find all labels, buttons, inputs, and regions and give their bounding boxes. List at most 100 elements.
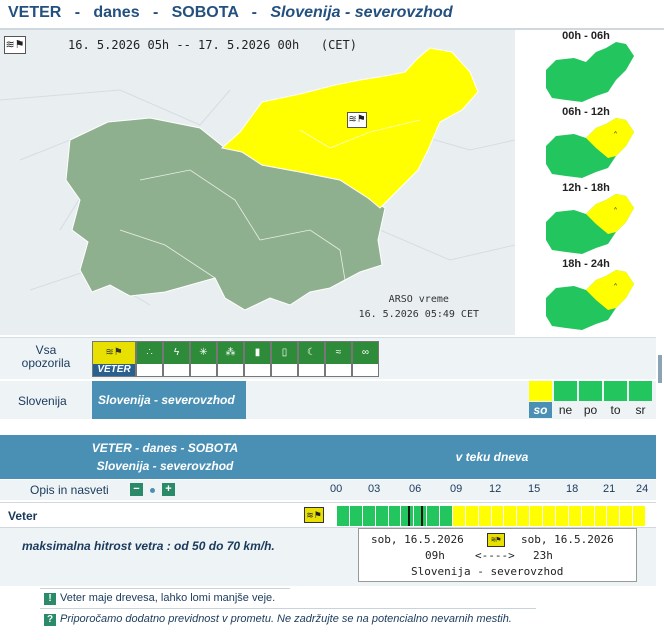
cold-filter-button[interactable]: ▯ — [271, 341, 298, 377]
wind-icon: ≋⚑ — [347, 112, 367, 128]
page-header: VETER - danes - SOBOTA - Slovenija - sev… — [0, 0, 664, 30]
scrollbar-thumb[interactable] — [658, 355, 662, 383]
day-so[interactable]: so — [529, 402, 552, 418]
table-header: VETER - danes - SOBOTA Slovenija - sever… — [0, 435, 656, 479]
title-sep: - — [74, 4, 81, 21]
timeline-hour — [620, 506, 634, 526]
credit-time: 16. 5.2026 05:49 CET — [358, 309, 479, 320]
timeline-hour — [362, 506, 376, 526]
divider — [40, 588, 290, 589]
wind-icon: ≋⚑ — [93, 342, 135, 364]
wind-icon: ≋⚑ — [304, 507, 324, 523]
heat-filter-button[interactable]: ▮ — [244, 341, 271, 377]
timeline-hour — [530, 506, 543, 526]
note-text: Priporočamo dodatno previdnost v prometu… — [60, 613, 512, 625]
rain-filter-button[interactable]: ∴ — [136, 341, 163, 377]
day-bar-ne[interactable] — [554, 381, 577, 401]
heat-icon: ▮ — [245, 342, 270, 364]
title-sep: - — [251, 4, 257, 21]
day-bar-to[interactable] — [604, 381, 627, 401]
period-end-date: sob, 16.5.2026 — [521, 533, 614, 546]
timeline-hour — [543, 506, 556, 526]
slot-12-18[interactable]: 12h - 18h ᴬ — [516, 182, 656, 258]
day-po[interactable]: po — [579, 402, 602, 418]
title-region: Slovenija - severovzhod — [270, 4, 453, 21]
divider — [40, 608, 536, 609]
title-hazard: VETER — [8, 4, 62, 21]
table-header-title: VETER - danes - SOBOTA Slovenija - sever… — [0, 439, 330, 475]
warning-map[interactable]: ≋⚑ 16. 5.2026 05h -- 17. 5.2026 00h (CET… — [0, 30, 515, 335]
timeline-hour — [440, 506, 453, 526]
svg-text:ᴬ: ᴬ — [614, 282, 617, 290]
day-bar-sr[interactable] — [629, 381, 652, 401]
hour-tick: 15 — [528, 483, 541, 495]
hour-tick: 12 — [489, 483, 502, 495]
cold-icon: ▯ — [272, 342, 297, 364]
map-credit: ARSO vreme 16. 5.2026 05:49 CET — [359, 292, 479, 322]
wind-filter-button[interactable]: ≋⚑ VETER — [92, 341, 136, 377]
description-text: maksimalna hitrost vetra : od 50 do 70 k… — [22, 539, 275, 553]
timeline-hour — [491, 506, 505, 526]
credit-source: ARSO vreme — [388, 294, 449, 305]
advice-icon: ? — [44, 614, 56, 626]
wind-filter-caption: VETER — [97, 364, 131, 375]
timeline-hour — [504, 506, 518, 526]
table-header-during-day: v teku dneva — [455, 450, 529, 464]
time-marker — [407, 506, 410, 526]
hour-tick: 24 — [636, 483, 649, 495]
fog-icon: ☾ — [299, 342, 324, 364]
hour-tick: 03 — [368, 483, 381, 495]
timeline-hour — [388, 506, 402, 526]
collapse-button[interactable]: − — [130, 483, 143, 496]
day-ne[interactable]: ne — [554, 402, 577, 418]
expand-button[interactable]: + — [162, 483, 175, 496]
flood-filter-button[interactable]: ≈ — [325, 341, 352, 377]
snow-filter-button[interactable]: ✳ — [190, 341, 217, 377]
warning-period-box: sob, 16.5.2026 ≋⚑ sob, 16.5.2026 09h <--… — [358, 528, 637, 582]
period-region: Slovenija - severovzhod — [411, 565, 564, 578]
link-icon: ∞ — [353, 342, 378, 364]
svg-text:ᴬ: ᴬ — [614, 130, 617, 138]
day-sr[interactable]: sr — [629, 402, 652, 418]
wind-icon: ≋⚑ — [487, 533, 505, 547]
timeline-hour — [349, 506, 363, 526]
mini-map: ᴬ — [546, 270, 634, 330]
region-tab-severovzhod[interactable]: Slovenija - severovzhod — [92, 381, 246, 419]
mini-map: ᴬ — [546, 194, 634, 254]
slot-18-24[interactable]: 18h - 24h ᴬ — [516, 258, 656, 334]
region-country-link[interactable]: Slovenija — [18, 394, 67, 408]
timeline-hour — [478, 506, 492, 526]
all-warnings-link[interactable]: Vsa opozorila — [18, 344, 74, 370]
time-slot-panel: 00h - 06h 06h - 12h ᴬ 12h - 18h ᴬ 18h - … — [516, 30, 656, 335]
flood-icon: ≈ — [326, 342, 351, 364]
hail-filter-button[interactable]: ⁂ — [217, 341, 244, 377]
fog-filter-button[interactable]: ☾ — [298, 341, 325, 377]
wind-icon: ≋⚑ — [4, 36, 26, 54]
day-bar-po[interactable] — [579, 381, 602, 401]
timeline-hour — [555, 506, 569, 526]
warning-info-icon: ! — [44, 593, 56, 605]
timeline-hour — [594, 506, 608, 526]
slot-06-12[interactable]: 06h - 12h ᴬ — [516, 106, 656, 182]
time-marker — [420, 506, 423, 526]
thunder-filter-button[interactable]: ϟ — [163, 341, 190, 377]
timeline-hour — [633, 506, 646, 526]
link-filter-button[interactable]: ∞ — [352, 341, 379, 377]
wind-warning-row: Veter ≋⚑ — [0, 502, 656, 528]
mini-map: ᴬ — [546, 118, 634, 178]
day-bar-so[interactable] — [529, 381, 552, 401]
day-selector: so ne po to sr — [529, 381, 653, 419]
timeline-hour — [568, 506, 582, 526]
slot-00-06[interactable]: 00h - 06h — [516, 30, 656, 106]
warning-description: maksimalna hitrost vetra : od 50 do 70 k… — [0, 528, 656, 586]
hazard-filter-row: Vsa opozorila ≋⚑ VETER ∴ ϟ ✳ ⁂ ▮ ▯ ☾ ≈ ∞ — [0, 337, 656, 379]
day-to[interactable]: to — [604, 402, 627, 418]
snow-icon: ✳ — [191, 342, 216, 364]
title-sep: - — [152, 4, 159, 21]
hours-row: Opis in nasveti − + 00 03 06 09 12 15 18… — [0, 480, 656, 500]
period-end-hour: 23h — [533, 549, 553, 562]
timeline-hour — [427, 506, 440, 526]
hour-tick: 21 — [603, 483, 616, 495]
timeline-hour — [452, 506, 466, 526]
note-text: Veter maje drevesa, lahko lomi manjše ve… — [60, 592, 276, 604]
